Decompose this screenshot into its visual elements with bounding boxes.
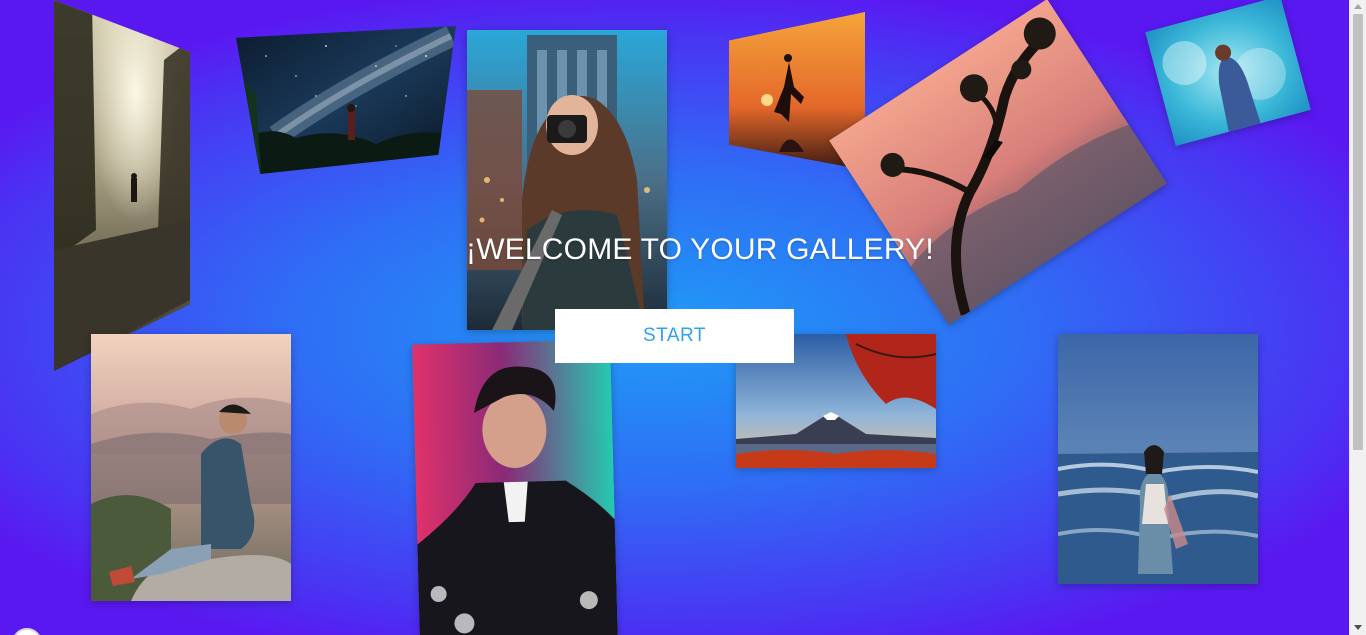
color-smoke-image (1145, 0, 1311, 147)
city-camera-image (467, 30, 667, 330)
forest-path-image (54, 0, 190, 371)
photo-forest-path[interactable] (54, 0, 190, 371)
scrollbar-thumb[interactable] (1353, 14, 1363, 450)
vertical-scrollbar[interactable] (1349, 0, 1366, 635)
photo-beach-woman[interactable] (1058, 334, 1258, 584)
scroll-down-arrow-icon[interactable] (1354, 625, 1362, 630)
photo-city-camera[interactable] (467, 30, 667, 330)
welcome-title: ¡WELCOME TO YOUR GALLERY! (466, 233, 934, 266)
neon-portrait-image (412, 339, 618, 635)
tree-cliff-image (829, 0, 1167, 326)
mountain-sitting-image (91, 334, 291, 601)
corner-circle-widget[interactable] (12, 628, 42, 635)
milky-way-image (236, 26, 456, 174)
beach-woman-image (1058, 334, 1258, 584)
scroll-up-arrow-icon[interactable] (1354, 4, 1362, 9)
photo-color-smoke[interactable] (1145, 0, 1311, 147)
start-button[interactable]: START (555, 309, 794, 363)
photo-neon-portrait[interactable] (412, 339, 618, 635)
gallery-stage: ¡WELCOME TO YOUR GALLERY! START (0, 0, 1349, 635)
photo-mountain-sitting[interactable] (91, 334, 291, 601)
photo-tree-cliff[interactable] (829, 0, 1167, 326)
photo-milky-way[interactable] (236, 26, 456, 174)
